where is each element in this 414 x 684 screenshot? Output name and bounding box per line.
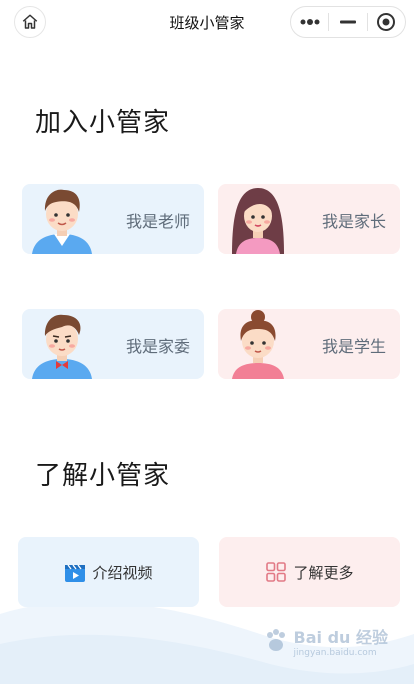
role-card-student[interactable]: 我是学生	[218, 309, 400, 379]
minimize-button[interactable]	[329, 7, 366, 37]
role-label-teacher: 我是老师	[125, 212, 190, 231]
target-close-icon	[377, 13, 396, 31]
grid-apps-icon	[266, 562, 287, 582]
committee-avatar-icon	[32, 314, 92, 379]
more-dots-icon	[300, 19, 320, 25]
video-clapper-icon	[65, 564, 86, 582]
paw-logo-icon	[266, 629, 285, 651]
parent-avatar-icon	[232, 188, 284, 254]
intro-video-label: 介绍视频	[92, 563, 153, 582]
minimize-icon	[339, 20, 356, 24]
mini-program-capsule	[290, 6, 406, 38]
role-card-teacher[interactable]: 我是老师	[22, 184, 204, 254]
baidu-watermark: Bai du 经验 jingyan.baidu.com	[262, 624, 388, 658]
join-section-title: 加入小管家	[35, 108, 171, 138]
more-button[interactable]	[291, 7, 328, 37]
page: 班级小管家 加入小管家 我是老师 我是家长 我是家委 我是学生 了解小管家 介绍…	[0, 0, 414, 684]
student-avatar-icon	[232, 310, 284, 379]
role-label-committee: 我是家委	[125, 337, 190, 356]
learn-more-button[interactable]: 了解更多	[219, 537, 400, 607]
watermark-text: Bai du 经验	[293, 628, 388, 647]
close-button[interactable]	[368, 7, 405, 37]
watermark-subtext: jingyan.baidu.com	[293, 648, 377, 658]
role-card-committee[interactable]: 我是家委	[22, 309, 204, 379]
teacher-avatar-icon	[32, 189, 92, 254]
intro-video-button[interactable]: 介绍视频	[18, 537, 199, 607]
learn-more-label: 了解更多	[293, 563, 354, 582]
learn-section-title: 了解小管家	[35, 461, 171, 491]
role-label-parent: 我是家长	[321, 212, 386, 231]
role-label-student: 我是学生	[321, 337, 386, 356]
role-card-parent[interactable]: 我是家长	[218, 184, 400, 254]
navigation-bar: 班级小管家	[0, 0, 414, 44]
